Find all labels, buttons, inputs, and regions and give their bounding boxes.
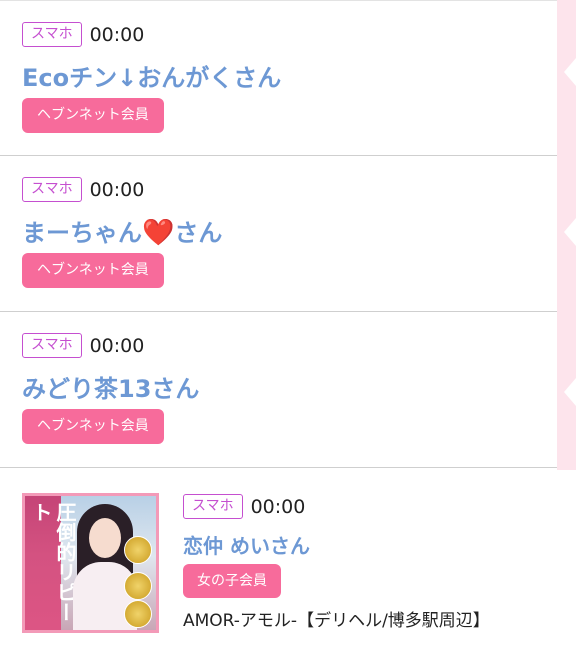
device-badge: スマホ bbox=[22, 333, 82, 358]
list-item[interactable]: スマホ 00:00 Ecoチン↓おんがくさん ヘブンネット会員 bbox=[0, 0, 557, 156]
visit-time: 00:00 bbox=[250, 495, 306, 518]
heart-icon: ❤️ bbox=[142, 218, 175, 248]
visitor-name[interactable]: みどり茶13さん bbox=[22, 369, 199, 404]
list-item[interactable]: スマホ 00:00 まーちゃん❤️さん ヘブンネット会員 bbox=[0, 156, 557, 312]
member-badge: ヘブンネット会員 bbox=[22, 98, 164, 133]
visitor-name[interactable]: 恋仲 めいさん bbox=[183, 530, 310, 559]
member-badge: ヘブンネット会員 bbox=[22, 409, 164, 444]
device-badge: スマホ bbox=[22, 177, 82, 202]
profile-thumbnail[interactable]: 圧倒的リピート bbox=[22, 493, 159, 633]
member-badge: ヘブンネット会員 bbox=[22, 253, 164, 288]
list-item[interactable]: スマホ 00:00 みどり茶13さん ヘブンネット会員 bbox=[0, 312, 557, 468]
member-badge: 女の子会員 bbox=[183, 564, 281, 598]
visit-time: 00:00 bbox=[89, 23, 145, 46]
list-item-with-thumbnail[interactable]: 圧倒的リピート スマホ 00:00 恋仲 めいさん 女の子会員 AMOR-アモル… bbox=[0, 470, 576, 654]
visitor-list: スマホ 00:00 Ecoチン↓おんがくさん ヘブンネット会員 スマホ 00:0… bbox=[0, 0, 557, 468]
device-badge: スマホ bbox=[22, 22, 82, 47]
visitor-name[interactable]: Ecoチン↓おんがくさん bbox=[22, 58, 281, 93]
visitor-name-suffix: さん bbox=[174, 219, 223, 247]
thumbnail-caption: 圧倒的リピート bbox=[29, 502, 77, 622]
visitor-name[interactable]: まーちゃん❤️さん bbox=[22, 213, 222, 248]
visit-time: 00:00 bbox=[89, 334, 145, 357]
shop-name[interactable]: AMOR-アモル-【デリヘル/博多駅周辺】 bbox=[183, 606, 490, 631]
decorative-side-strip bbox=[557, 0, 576, 470]
device-badge: スマホ bbox=[183, 494, 243, 519]
visit-time: 00:00 bbox=[89, 178, 145, 201]
visitor-name-text: まーちゃん bbox=[22, 219, 142, 247]
